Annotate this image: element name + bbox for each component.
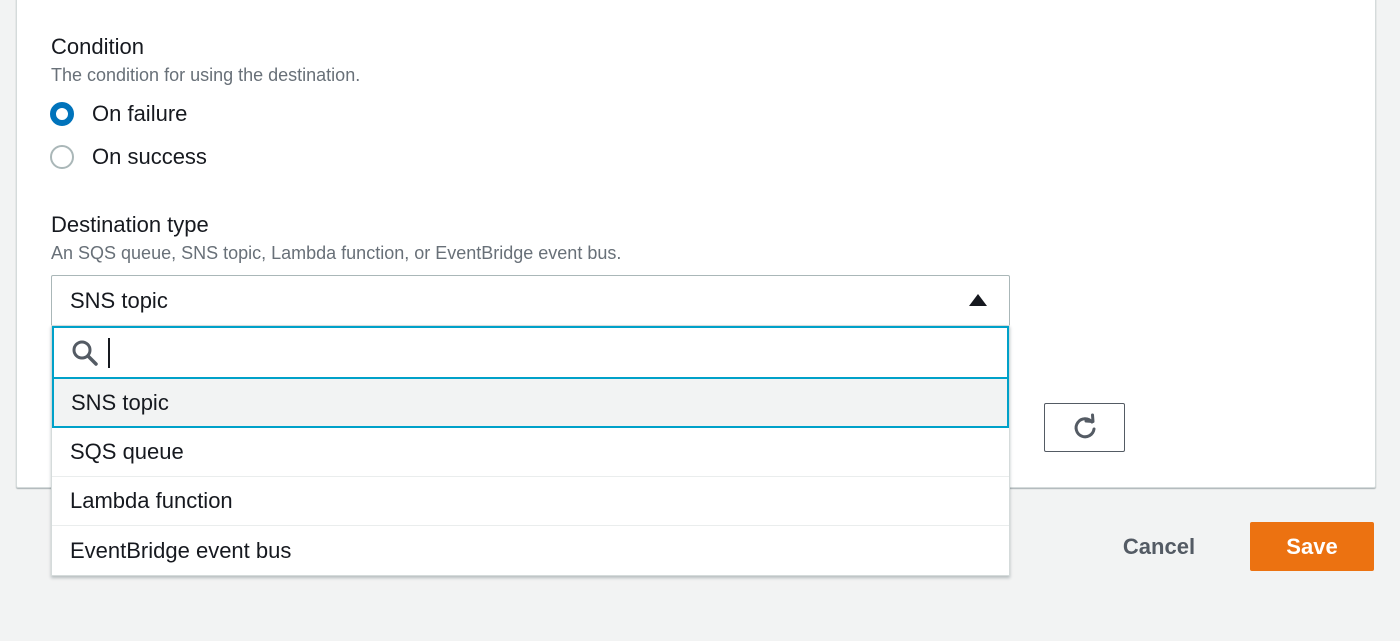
dropdown-search[interactable] [52,326,1009,379]
refresh-icon [1074,413,1095,438]
radio-on-success[interactable]: On success [50,142,207,172]
dropdown-search-input[interactable] [108,337,958,368]
dropdown-option-lambda-function[interactable]: Lambda function [52,477,1009,526]
radio-on-failure-indicator[interactable] [50,102,74,126]
dropdown-option-sqs-queue[interactable]: SQS queue [52,428,1009,477]
radio-on-success-label: On success [92,144,207,169]
destination-type-selected-value: SNS topic [70,287,168,313]
destination-type-dropdown: SNS topic SQS queue Lambda function Even… [51,325,1010,576]
condition-label: Condition [51,34,144,59]
caret-up-icon [969,294,987,306]
cancel-button[interactable]: Cancel [1100,522,1218,571]
radio-on-failure[interactable]: On failure [50,99,187,129]
dropdown-option-eventbridge-event-bus[interactable]: EventBridge event bus [52,526,1009,575]
radio-on-failure-label: On failure [92,101,188,126]
refresh-button[interactable] [1044,403,1125,452]
destination-type-select[interactable]: SNS topic [51,275,1010,326]
save-button[interactable]: Save [1250,522,1374,571]
destination-type-description: An SQS queue, SNS topic, Lambda function… [51,243,622,263]
destination-type-label: Destination type [51,212,209,237]
condition-description: The condition for using the destination. [51,65,361,85]
search-icon [72,340,98,366]
radio-on-success-indicator[interactable] [50,145,74,169]
dropdown-option-sns-topic[interactable]: SNS topic [52,379,1009,428]
